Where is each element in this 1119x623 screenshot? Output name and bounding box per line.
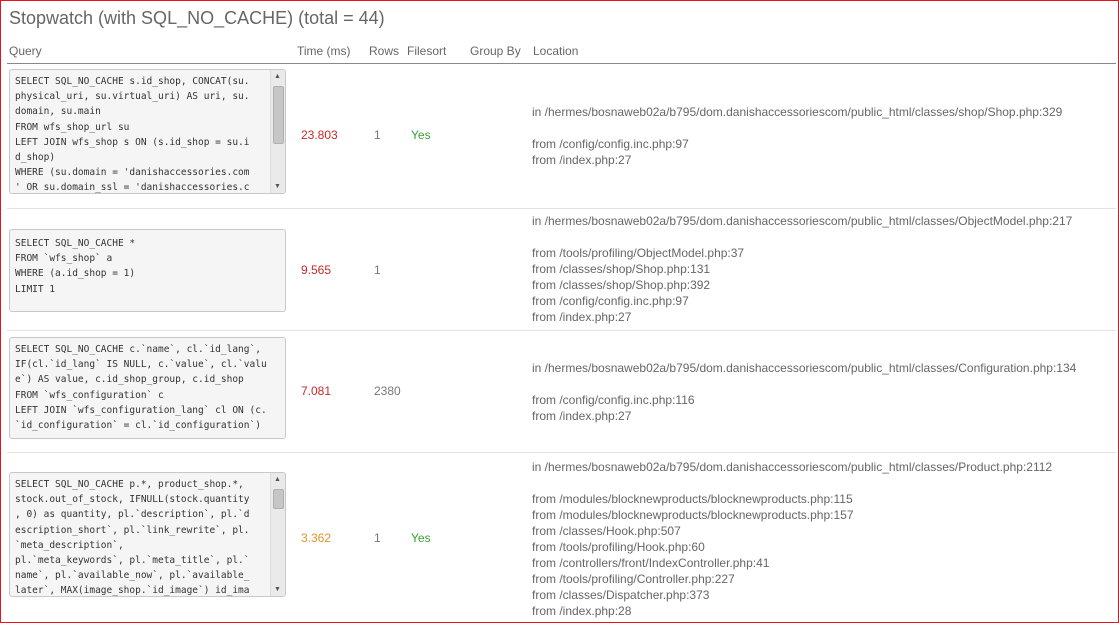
column-header-query: Query <box>9 44 42 58</box>
column-header-filesort: Filesort <box>407 44 447 58</box>
location-from: from /config/config.inc.php:97 <box>532 137 689 151</box>
query-rows: 1 <box>374 531 381 545</box>
query-time: 23.803 <box>301 128 338 142</box>
location-from: from /index.php:28 <box>532 604 632 618</box>
query-location: in /hermes/bosnaweb02a/b795/dom.danishac… <box>532 104 1062 168</box>
query-text: SELECT SQL_NO_CACHE s.id_shop, CONCAT(su… <box>15 76 250 194</box>
location-spacer <box>532 229 1072 245</box>
location-from: from /modules/blocknewproducts/blocknewp… <box>532 508 854 522</box>
location-main: in /hermes/bosnaweb02a/b795/dom.danishac… <box>532 214 1073 228</box>
stopwatch-panel: Stopwatch (with SQL_NO_CACHE) (total = 4… <box>0 0 1119 623</box>
scroll-up-arrow-icon[interactable]: ▲ <box>274 73 281 80</box>
query-textarea[interactable]: SELECT SQL_NO_CACHE s.id_shop, CONCAT(su… <box>9 69 286 194</box>
location-from: from /classes/Hook.php:507 <box>532 524 681 538</box>
location-from: from /classes/Dispatcher.php:373 <box>532 588 710 602</box>
scroll-thumb[interactable] <box>273 489 284 509</box>
location-from: from /config/config.inc.php:97 <box>532 294 689 308</box>
location-from: from /modules/blocknewproducts/blocknewp… <box>532 492 853 506</box>
query-text: SELECT SQL_NO_CACHE * FROM `wfs_shop` a … <box>15 238 136 295</box>
location-from: from /controllers/front/IndexController.… <box>532 556 770 570</box>
column-header-group-by: Group By <box>470 44 521 58</box>
location-from: from /config/config.inc.php:116 <box>532 393 695 407</box>
query-rows: 2380 <box>374 384 401 398</box>
location-from: from /index.php:27 <box>532 409 632 423</box>
query-rows: 1 <box>374 128 381 142</box>
location-spacer <box>532 376 1076 392</box>
location-main: in /hermes/bosnaweb02a/b795/dom.danishac… <box>532 460 1053 474</box>
scroll-down-arrow-icon[interactable]: ▼ <box>274 183 281 190</box>
location-from: from /tools/profiling/ObjectModel.php:37 <box>532 246 745 260</box>
location-spacer <box>532 475 1052 491</box>
column-header-rows: Rows <box>369 44 400 58</box>
query-time: 3.362 <box>301 531 332 545</box>
query-scrollbar[interactable]: ▲ ▼ <box>270 473 285 596</box>
query-textarea[interactable]: SELECT SQL_NO_CACHE c.`name`, cl.`id_lan… <box>9 337 286 439</box>
query-scrollbar[interactable]: ▲ ▼ <box>270 70 285 193</box>
location-from: from /classes/shop/Shop.php:392 <box>532 278 711 292</box>
column-header-location: Location <box>533 44 579 58</box>
query-time: 7.081 <box>301 384 332 398</box>
column-header-time: Time (ms) <box>297 44 351 58</box>
query-location: in /hermes/bosnaweb02a/b795/dom.danishac… <box>532 459 1052 619</box>
scroll-up-arrow-icon[interactable]: ▲ <box>274 476 281 483</box>
query-textarea[interactable]: SELECT SQL_NO_CACHE p.*, product_shop.*,… <box>9 472 286 597</box>
location-main: in /hermes/bosnaweb02a/b795/dom.danishac… <box>532 361 1077 375</box>
location-main: in /hermes/bosnaweb02a/b795/dom.danishac… <box>532 105 1063 119</box>
query-rows: 1 <box>374 263 381 277</box>
location-from: from /classes/shop/Shop.php:131 <box>532 262 711 276</box>
query-location: in /hermes/bosnaweb02a/b795/dom.danishac… <box>532 360 1076 424</box>
query-textarea[interactable]: SELECT SQL_NO_CACHE * FROM `wfs_shop` a … <box>9 229 286 312</box>
location-from: from /index.php:27 <box>532 153 632 167</box>
query-location: in /hermes/bosnaweb02a/b795/dom.danishac… <box>532 213 1072 325</box>
location-from: from /index.php:27 <box>532 310 632 324</box>
location-from: from /tools/profiling/Hook.php:60 <box>532 540 705 554</box>
scroll-thumb[interactable] <box>273 86 284 144</box>
query-filesort: Yes <box>411 531 431 545</box>
location-from: from /tools/profiling/Controller.php:227 <box>532 572 735 586</box>
query-text: SELECT SQL_NO_CACHE c.`name`, cl.`id_lan… <box>15 344 267 432</box>
page-title: Stopwatch (with SQL_NO_CACHE) (total = 4… <box>9 8 385 28</box>
location-spacer <box>532 120 1062 136</box>
query-filesort: Yes <box>411 128 431 142</box>
scroll-down-arrow-icon[interactable]: ▼ <box>274 586 281 593</box>
query-time: 9.565 <box>301 263 332 277</box>
query-text: SELECT SQL_NO_CACHE p.*, product_shop.*,… <box>15 479 250 597</box>
